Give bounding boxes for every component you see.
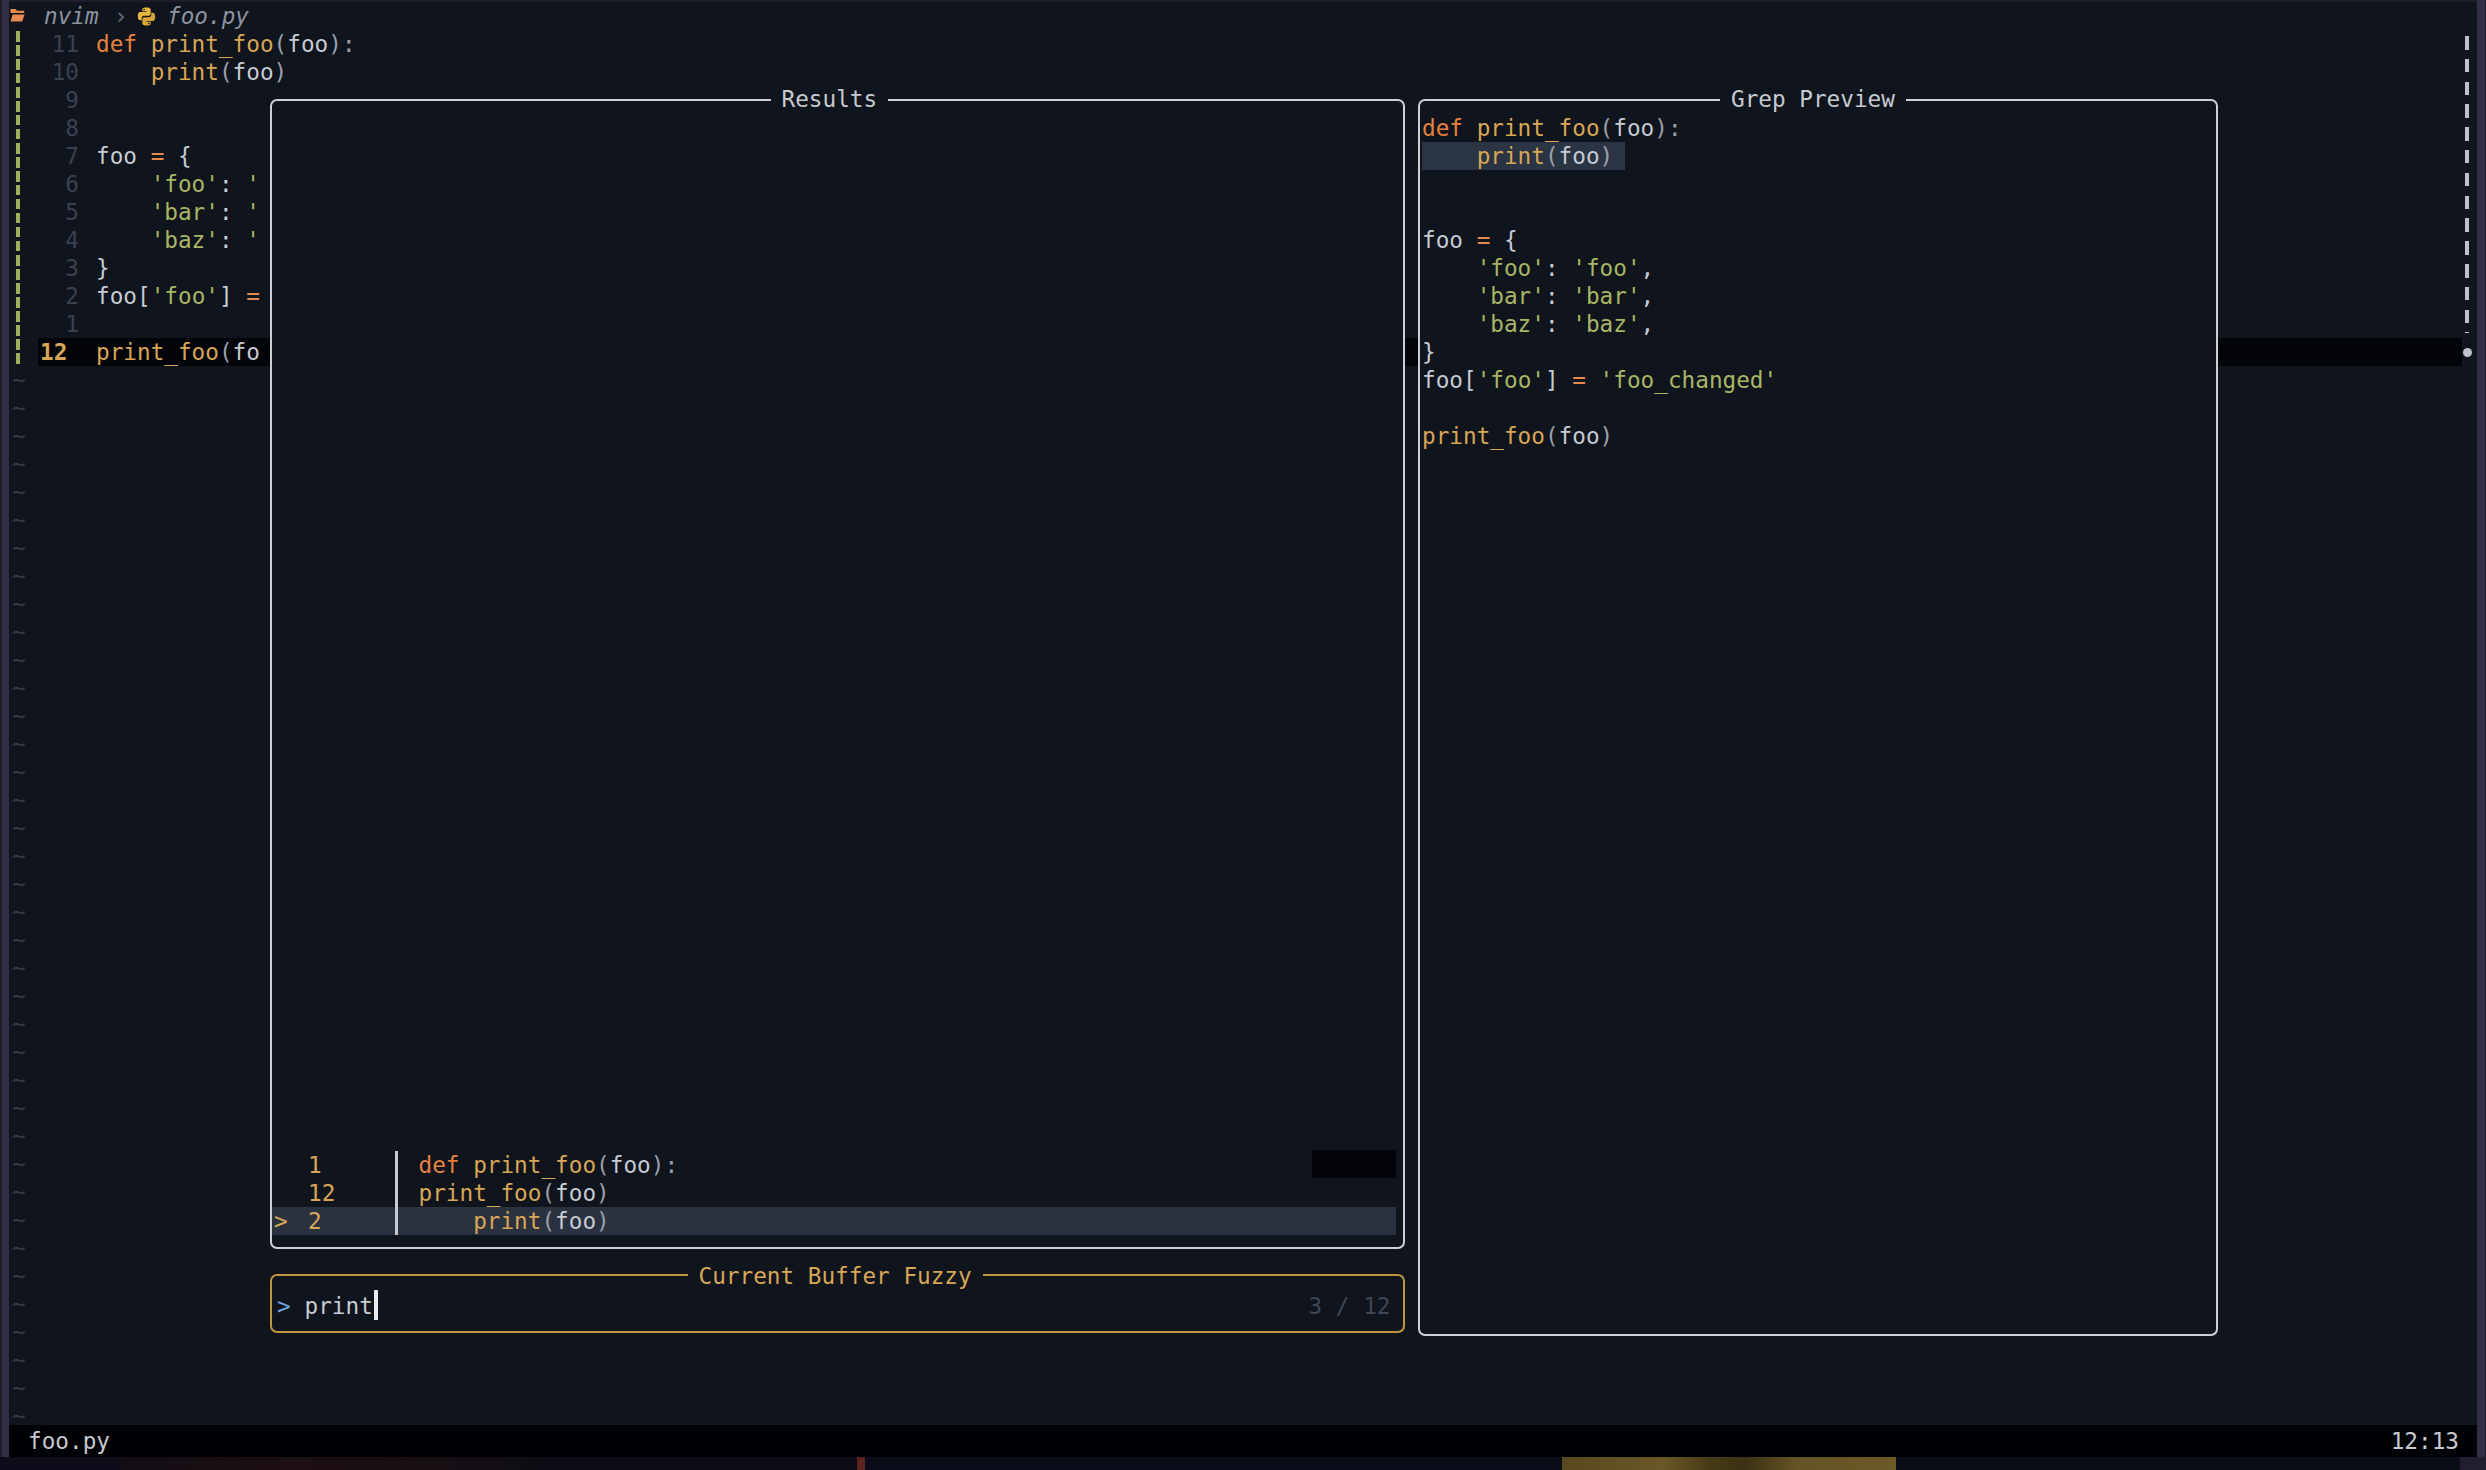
results-title: Results [771,85,889,113]
result-item[interactable]: 1 def print_foo(foo): [272,1151,1402,1179]
window-edge-left [0,0,9,1457]
preview-line: print(foo) [1422,142,1613,170]
preview-line: 'bar': 'bar', [1422,282,1654,310]
empty-line-tilde: ~ [12,842,26,870]
winbar: nvim › foo.py [9,2,2477,30]
empty-line-tilde: ~ [12,646,26,674]
empty-line-tilde: ~ [12,1262,26,1290]
empty-line-tilde: ~ [12,506,26,534]
preview-line: foo['foo'] = 'foo_changed' [1422,366,1777,394]
preview-line: def print_foo(foo): [1422,114,1682,142]
empty-line-tilde: ~ [12,478,26,506]
preview-line: 'foo': 'foo', [1422,254,1654,282]
desktop-wallpaper-strip [0,1457,2486,1470]
empty-line-tilde: ~ [12,422,26,450]
window-edge-top [0,0,2486,2]
result-item[interactable]: >2 print(foo) [272,1207,1396,1235]
prompt-caret-icon: > [277,1292,291,1320]
empty-line-tilde: ~ [12,1038,26,1066]
empty-line-tilde: ~ [12,394,26,422]
breadcrumb-separator: › [114,2,128,30]
empty-line-tilde: ~ [12,870,26,898]
empty-line-tilde: ~ [12,534,26,562]
empty-line-tilde: ~ [12,814,26,842]
results-list: 1def print_foo(foo):12print_foo(foo)>2 p… [270,99,1405,1249]
preview-title: Grep Preview [1720,85,1906,113]
prompt-title: Current Buffer Fuzzy [688,1262,983,1290]
empty-line-tilde: ~ [12,1066,26,1094]
results-column-separator [395,1151,398,1235]
empty-line-tilde: ~ [12,590,26,618]
empty-line-tilde: ~ [12,618,26,646]
statusline-position: 12:13 [2391,1427,2459,1455]
empty-line-tilde: ~ [12,926,26,954]
prompt-input[interactable]: print [305,1292,373,1320]
result-line-number: 1 [308,1151,322,1179]
empty-line-tilde: ~ [12,1178,26,1206]
preview-line: 'baz': 'baz', [1422,310,1654,338]
preview-window: Grep Preview def print_foo(foo): print(f… [1418,99,2218,1336]
result-text: print_foo(foo) [419,1179,610,1207]
empty-line-tilde: ~ [12,366,26,394]
match-counter: 3 / 12 [1309,1292,1391,1320]
empty-line-tilde: ~ [12,1010,26,1038]
result-text: print(foo) [419,1207,610,1235]
scrollbar-track[interactable] [2465,36,2469,333]
statusline-filename: foo.py [28,1427,110,1455]
empty-line-tilde: ~ [12,702,26,730]
selection-caret-icon: > [274,1207,288,1235]
empty-line-tilde: ~ [12,786,26,814]
breadcrumb-root[interactable]: nvim [44,2,99,30]
empty-line-tilde: ~ [12,1374,26,1402]
preview-content: def print_foo(foo): print(foo) foo = { 'f… [1418,99,2218,1336]
preview-line: print_foo(foo) [1422,422,1613,450]
empty-line-tilde: ~ [12,1150,26,1178]
empty-line-tilde: ~ [12,1206,26,1234]
scrollbar-cursor-dot[interactable] [2463,348,2472,357]
statusline: foo.py 12:13 [0,1425,2486,1457]
empty-line-tilde: ~ [12,450,26,478]
empty-line-tilde: ~ [12,954,26,982]
empty-line-tilde: ~ [12,562,26,590]
window-edge-right [2477,0,2486,1457]
empty-line-tilde: ~ [12,1234,26,1262]
empty-line-tilde: ~ [12,674,26,702]
empty-line-tilde: ~ [12,1290,26,1318]
text-cursor [374,1290,378,1320]
empty-line-tilde: ~ [12,758,26,786]
result-line-number: 12 [308,1179,335,1207]
terminal-screen: 11def print_foo(foo):10 print(foo)987foo… [0,0,2486,1470]
result-text: def print_foo(foo): [419,1151,679,1179]
result-line-number: 2 [308,1207,322,1235]
empty-line-tilde: ~ [12,1318,26,1346]
empty-line-tilde: ~ [12,1122,26,1150]
prompt-window[interactable]: Current Buffer Fuzzy > print 3 / 12 [270,1274,1405,1333]
empty-line-tilde: ~ [12,982,26,1010]
empty-line-tilde: ~ [12,1346,26,1374]
breadcrumb-file[interactable]: foo.py [167,2,249,30]
empty-line-tilde: ~ [12,730,26,758]
empty-line-tilde: ~ [12,1094,26,1122]
results-window: Results 1def print_foo(foo):12print_foo(… [270,99,1405,1249]
empty-line-tilde: ~ [12,898,26,926]
results-overlay-block [1312,1150,1396,1178]
preview-line: foo = { [1422,226,1518,254]
preview-line: } [1422,338,1436,366]
result-item[interactable]: 12 print_foo(foo) [272,1179,1402,1207]
